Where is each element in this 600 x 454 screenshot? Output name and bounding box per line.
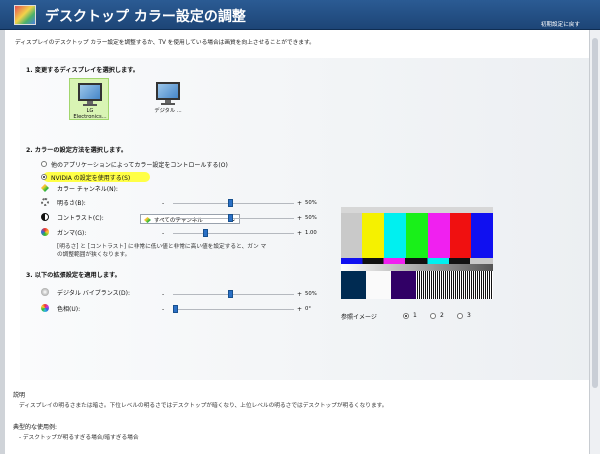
radio-other-app[interactable]	[41, 161, 47, 167]
display-digital-label: デジタル ...	[154, 108, 182, 114]
reference-option-2-radio[interactable]	[430, 313, 436, 319]
monitor-icon	[156, 82, 180, 100]
brightness-label: 明るさ(B):	[57, 200, 86, 207]
brightness-icon	[41, 198, 49, 206]
usage-title: 典型的な使用例:	[13, 424, 58, 431]
hue-value: 0°	[305, 306, 312, 312]
reference-option-3-radio[interactable]	[457, 313, 463, 319]
contrast-label: コントラスト(C):	[57, 215, 104, 222]
hue-track	[173, 309, 294, 310]
adjustment-note: [明るさ] と [コントラスト] に非常に低い値と非常に高い値を設定すると、ガン…	[57, 244, 267, 258]
reference-option-1-label: 1	[413, 312, 417, 319]
radio-other-app-label: 他のアプリケーションによってカラー設定をコントロールする(O)	[51, 162, 228, 169]
vibrance-plus: +	[297, 291, 303, 298]
radio-nvidia-label: NVIDIA の設定を使用する(S)	[51, 175, 131, 182]
channel-label: カラー チャンネル(N):	[57, 186, 118, 193]
window-header: デスクトップ カラー設定の調整 初期設定に戻す	[0, 0, 600, 30]
reference-image-label: 参照イメージ	[341, 314, 377, 321]
color-channel-icon	[144, 217, 151, 223]
hue-plus: +	[297, 306, 303, 313]
display-digital[interactable]: デジタル ...	[148, 78, 188, 120]
hue-icon	[41, 304, 49, 312]
gamma-minus: -	[162, 230, 165, 237]
reference-option-1-radio[interactable]	[403, 313, 409, 319]
vibrance-label: デジタル バイブランス(D):	[57, 290, 130, 297]
gamma-label: ガンマ(G):	[57, 230, 87, 237]
contrast-plus: +	[297, 215, 303, 222]
gamma-track	[173, 233, 294, 234]
brightness-value: 50%	[305, 200, 317, 206]
section-1-heading: 1. 変更するディスプレイを選択します。	[26, 67, 139, 74]
hue-label: 色相(U):	[57, 306, 81, 313]
display-lg[interactable]: LG Electronics...	[69, 78, 109, 120]
description-text: ディスプレイの明るさまたは暗さ。下位レベルの明るさではデスクトップが暗くなり、上…	[19, 403, 388, 409]
scrollbar-thumb[interactable]	[592, 38, 598, 388]
page-title: デスクトップ カラー設定の調整	[45, 9, 246, 25]
contrast-track	[173, 218, 294, 219]
gamma-icon	[41, 228, 49, 236]
contrast-slider-thumb[interactable]	[228, 214, 233, 222]
hue-slider-thumb[interactable]	[173, 305, 178, 313]
gamma-plus: +	[297, 230, 303, 237]
contrast-minus: -	[162, 215, 165, 222]
gamma-slider-thumb[interactable]	[203, 229, 208, 237]
description-title: 説明	[13, 392, 26, 399]
usage-item: - デスクトップが明るすぎる場合/暗すぎる場合	[19, 435, 139, 441]
vibrance-value: 50%	[305, 291, 317, 297]
contrast-icon	[41, 213, 49, 221]
vibrance-minus: -	[162, 291, 165, 298]
vibrance-track	[173, 294, 294, 295]
contrast-value: 50%	[305, 215, 317, 221]
vertical-scrollbar[interactable]	[589, 30, 600, 454]
reference-option-3-label: 3	[467, 312, 471, 319]
reference-image	[341, 207, 493, 299]
vibrance-slider-thumb[interactable]	[228, 290, 233, 298]
section-2-heading: 2. カラーの設定方法を選択します。	[26, 147, 128, 154]
gamma-value: 1.00	[305, 230, 317, 236]
restore-defaults-link[interactable]: 初期設定に戻す	[541, 20, 580, 28]
channel-select[interactable]: すべてのチャンネル ⌄	[140, 214, 240, 224]
brightness-plus: +	[297, 200, 303, 207]
brightness-slider-thumb[interactable]	[228, 199, 233, 207]
display-color-icon	[14, 5, 36, 25]
intro-text: ディスプレイのデスクトップ カラー設定を調整するか、TV を使用している場合は画…	[15, 40, 315, 46]
display-lg-label: LG Electronics...	[73, 108, 107, 120]
description-panel: 説明 ディスプレイの明るさまたは暗さ。下位レベルの明るさではデスクトップが暗くな…	[5, 380, 589, 454]
brightness-minus: -	[162, 200, 165, 207]
hue-minus: -	[162, 306, 165, 313]
radio-nvidia[interactable]	[41, 174, 47, 180]
vibrance-icon	[41, 288, 49, 296]
section-3-heading: 3. 以下の拡張設定を適用します。	[26, 272, 121, 279]
monitor-icon	[78, 83, 102, 101]
reference-option-2-label: 2	[440, 312, 444, 319]
brightness-track	[173, 203, 294, 204]
